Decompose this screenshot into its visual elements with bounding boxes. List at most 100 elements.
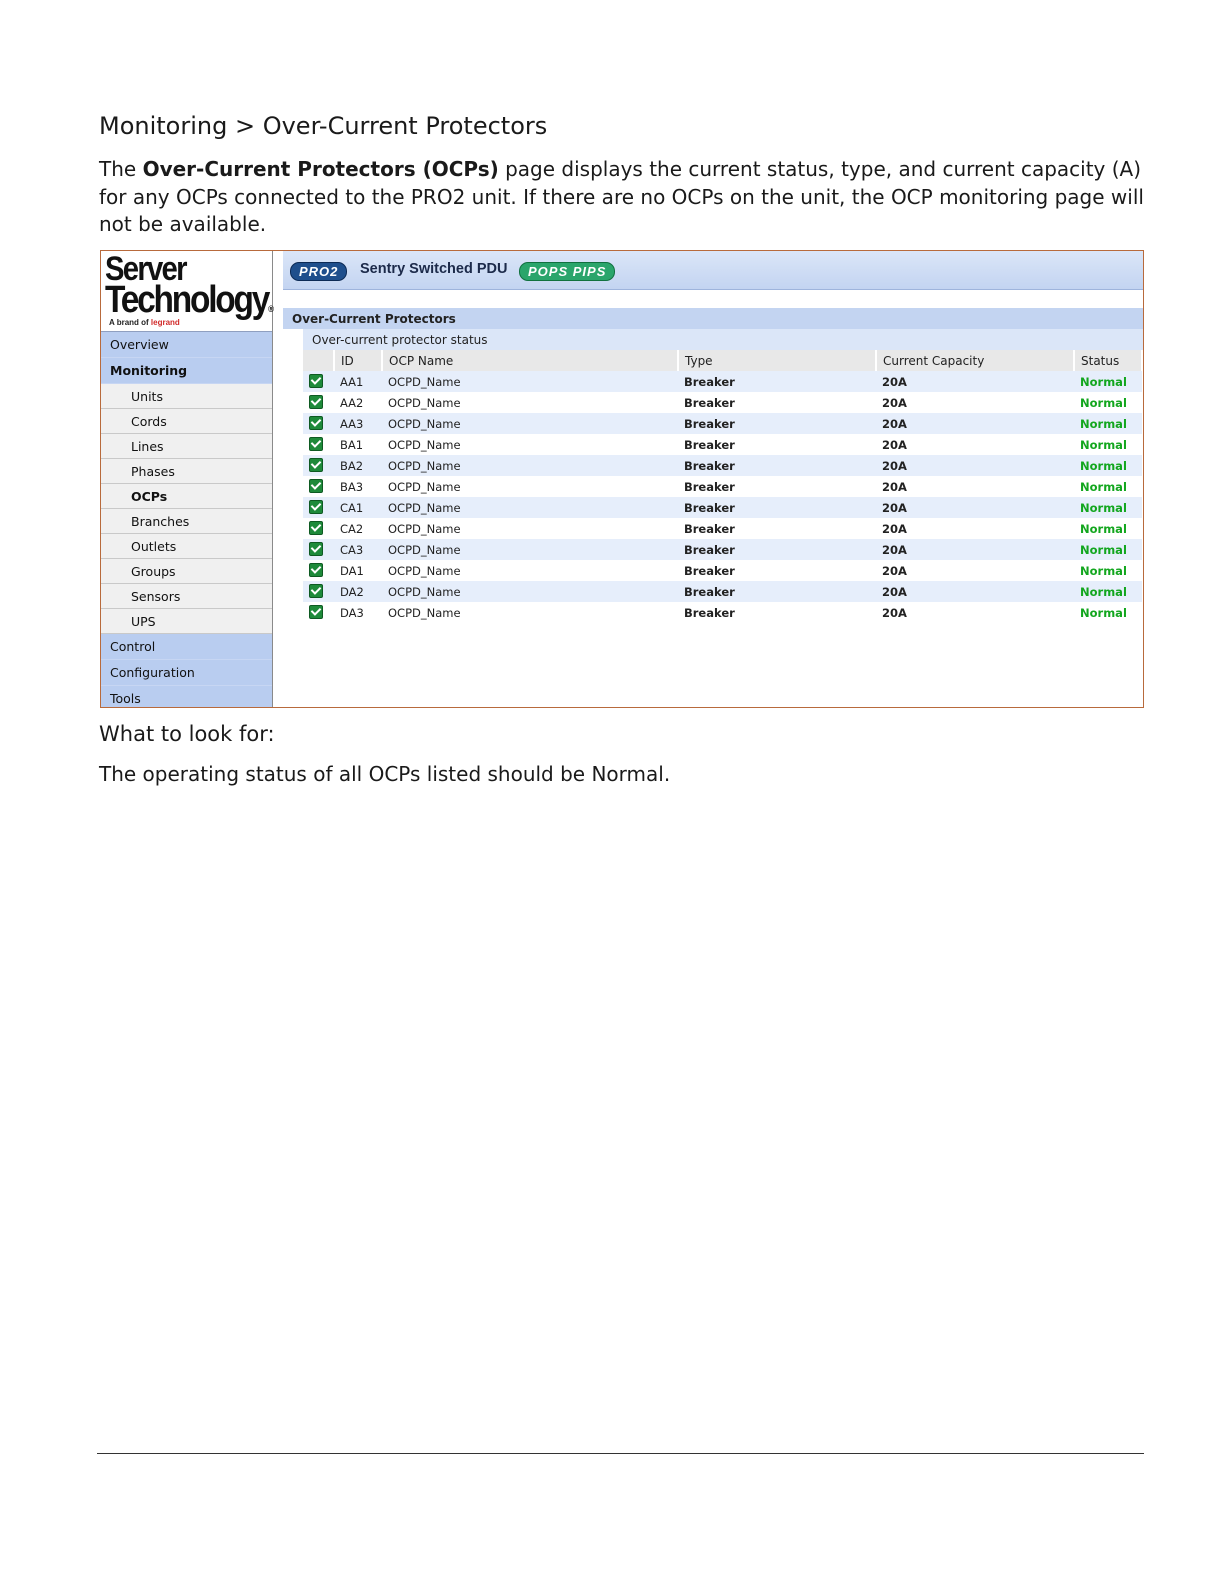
row-status: Normal: [1074, 371, 1142, 392]
nav-sub-sensors[interactable]: Sensors: [101, 584, 272, 609]
row-capacity: 20A: [876, 434, 1074, 455]
col-status: Status: [1074, 350, 1143, 371]
ocp-table: ID OCP Name Type Current Capacity Status…: [303, 350, 1143, 623]
registered-mark: ®: [268, 304, 275, 314]
logo-tagline: A brand of legrand: [109, 318, 180, 327]
row-check-cell: [303, 497, 334, 518]
row-type: Breaker: [678, 602, 876, 623]
table-row: DA2 OCPD_Name Breaker 20A Normal: [303, 581, 1142, 602]
nav-bottom: Control Configuration Tools: [101, 634, 272, 707]
row-id: BA1: [334, 434, 382, 455]
row-status: Normal: [1074, 434, 1142, 455]
server-technology-logo: Server Technology® A brand of legrand: [101, 251, 275, 332]
row-id: DA2: [334, 581, 382, 602]
nav-sub-groups[interactable]: Groups: [101, 559, 272, 584]
row-status: Normal: [1074, 413, 1142, 434]
nav-sub: Units Cords Lines Phases OCPs Branches O…: [101, 384, 272, 634]
col-ocp-name: OCP Name: [382, 350, 679, 371]
row-ocp-name: OCPD_Name: [382, 413, 678, 434]
nav-sub-ocps[interactable]: OCPs: [101, 484, 272, 509]
nav-item-configuration[interactable]: Configuration: [101, 660, 272, 686]
product-banner: PRO2 Sentry Switched PDU POPS PIPS: [283, 251, 1143, 290]
row-type: Breaker: [678, 476, 876, 497]
legrand-brand: legrand: [150, 318, 180, 327]
table-row: CA3 OCPD_Name Breaker 20A Normal: [303, 539, 1142, 560]
pro2-badge: PRO2: [290, 262, 348, 281]
col-id: ID: [334, 350, 383, 371]
table-row: DA1 OCPD_Name Breaker 20A Normal: [303, 560, 1142, 581]
nav-sub-phases[interactable]: Phases: [101, 459, 272, 484]
checkbox-checked-icon[interactable]: [309, 584, 323, 598]
table-body: AA1 OCPD_Name Breaker 20A Normal AA2 OCPD_Name…: [303, 371, 1142, 623]
row-type: Breaker: [678, 497, 876, 518]
nav-item-control[interactable]: Control: [101, 634, 272, 660]
row-check-cell: [303, 602, 334, 623]
row-id: DA3: [334, 602, 382, 623]
nav-item-monitoring[interactable]: Monitoring: [101, 358, 272, 384]
row-check-cell: [303, 539, 334, 560]
row-capacity: 20A: [876, 413, 1074, 434]
checkbox-checked-icon[interactable]: [309, 542, 323, 556]
nav-sub-cords[interactable]: Cords: [101, 409, 272, 434]
checkbox-checked-icon[interactable]: [309, 416, 323, 430]
subsection-title: Over-current protector status: [303, 329, 1143, 350]
intro-paragraph: The Over-Current Protectors (OCPs) page …: [99, 156, 1144, 239]
row-type: Breaker: [678, 560, 876, 581]
row-status: Normal: [1074, 497, 1142, 518]
nav-item-tools[interactable]: Tools: [101, 686, 272, 707]
nav-top: Overview Monitoring: [101, 332, 272, 384]
checkbox-checked-icon[interactable]: [309, 500, 323, 514]
checkbox-checked-icon[interactable]: [309, 479, 323, 493]
intro-text-strong: Over-Current Protectors (OCPs): [142, 157, 499, 181]
checkbox-checked-icon[interactable]: [309, 563, 323, 577]
row-type: Breaker: [678, 371, 876, 392]
row-check-cell: [303, 392, 334, 413]
nav-sub-branches[interactable]: Branches: [101, 509, 272, 534]
table-row: AA1 OCPD_Name Breaker 20A Normal: [303, 371, 1142, 392]
look-for-heading: What to look for:: [99, 722, 275, 746]
screenshot-frame: Server Technology® A brand of legrand Ov…: [100, 250, 1144, 708]
row-ocp-name: OCPD_Name: [382, 539, 678, 560]
row-status: Normal: [1074, 539, 1142, 560]
row-ocp-name: OCPD_Name: [382, 518, 678, 539]
row-id: CA2: [334, 518, 382, 539]
row-capacity: 20A: [876, 518, 1074, 539]
nav-sub-lines[interactable]: Lines: [101, 434, 272, 459]
look-for-text: The operating status of all OCPs listed …: [99, 762, 671, 786]
checkbox-checked-icon[interactable]: [309, 374, 323, 388]
checkbox-checked-icon[interactable]: [309, 395, 323, 409]
row-capacity: 20A: [876, 602, 1074, 623]
col-type: Type: [678, 350, 877, 371]
row-id: CA3: [334, 539, 382, 560]
row-status: Normal: [1074, 455, 1142, 476]
main-panel: PRO2 Sentry Switched PDU POPS PIPS Over-…: [283, 251, 1143, 707]
row-ocp-name: OCPD_Name: [382, 455, 678, 476]
nav-sub-ups[interactable]: UPS: [101, 609, 272, 634]
row-check-cell: [303, 413, 334, 434]
product-name: Sentry Switched PDU: [360, 261, 508, 277]
checkbox-checked-icon[interactable]: [309, 437, 323, 451]
section-title: Over-Current Protectors: [283, 308, 1143, 329]
row-check-cell: [303, 581, 334, 602]
row-capacity: 20A: [876, 539, 1074, 560]
row-type: Breaker: [678, 518, 876, 539]
row-ocp-name: OCPD_Name: [382, 371, 678, 392]
row-check-cell: [303, 518, 334, 539]
checkbox-checked-icon[interactable]: [309, 521, 323, 535]
row-id: AA3: [334, 413, 382, 434]
row-capacity: 20A: [876, 560, 1074, 581]
pops-pips-badge: POPS PIPS: [519, 262, 616, 281]
nav-item-overview[interactable]: Overview: [101, 332, 272, 358]
row-type: Breaker: [678, 539, 876, 560]
checkbox-checked-icon[interactable]: [309, 605, 323, 619]
row-id: CA1: [334, 497, 382, 518]
col-current-capacity: Current Capacity: [876, 350, 1075, 371]
row-type: Breaker: [678, 413, 876, 434]
checkbox-checked-icon[interactable]: [309, 458, 323, 472]
nav-sub-units[interactable]: Units: [101, 384, 272, 409]
nav-sub-outlets[interactable]: Outlets: [101, 534, 272, 559]
row-type: Breaker: [678, 434, 876, 455]
sidebar: Server Technology® A brand of legrand Ov…: [101, 251, 275, 707]
row-type: Breaker: [678, 392, 876, 413]
logo-tagline-pre: A brand of: [109, 318, 151, 327]
